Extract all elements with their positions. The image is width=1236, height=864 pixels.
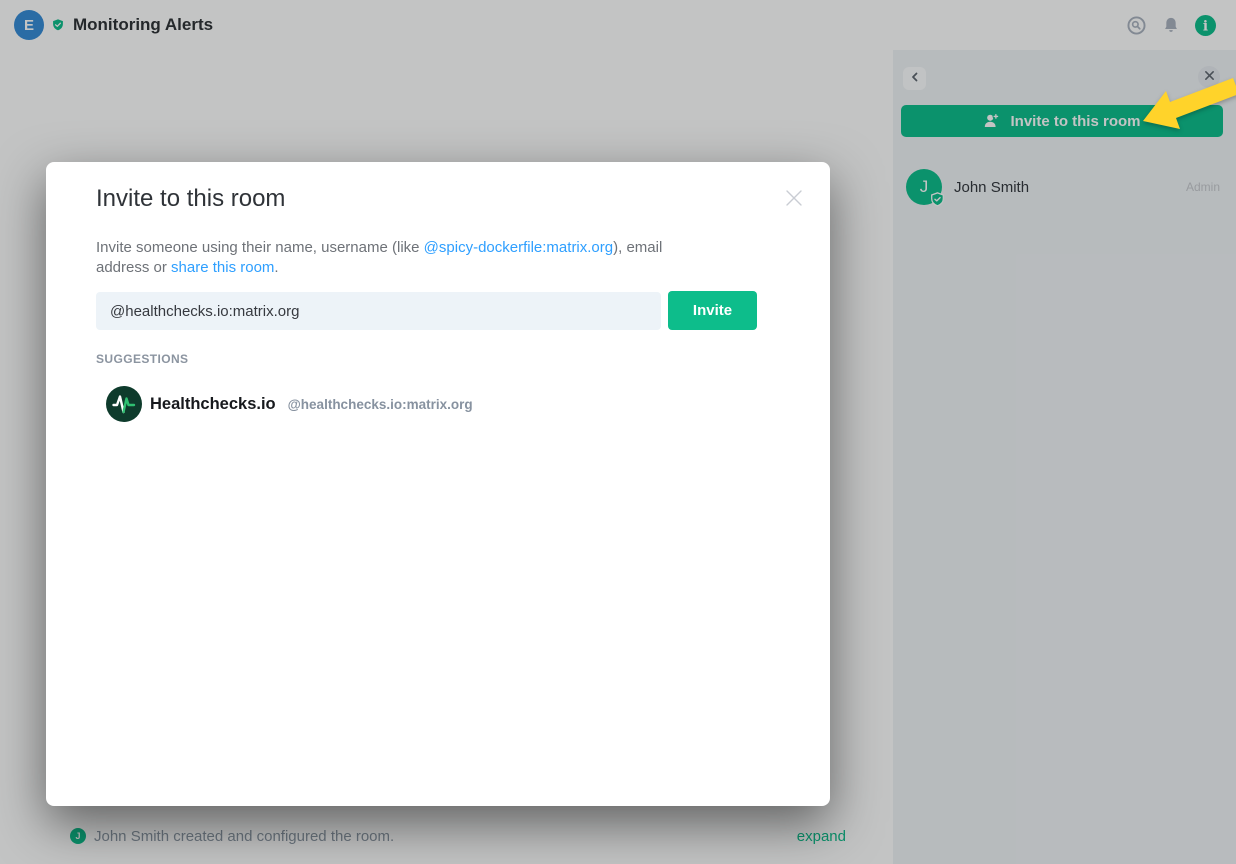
invite-dialog: Invite to this room Invite someone using… [46,162,830,806]
suggestions-heading: SUGGESTIONS [96,352,188,366]
close-icon [784,195,804,212]
dialog-close-button[interactable] [784,188,804,208]
invite-submit-button[interactable]: Invite [668,291,757,330]
share-this-room-link[interactable]: share this room [171,259,274,276]
dialog-title: Invite to this room [96,185,285,213]
app-window: E Monitoring Alerts [0,0,1236,864]
description-text: . [274,259,278,276]
suggestion-row-healthchecks[interactable]: Healthchecks.io @healthchecks.io:matrix.… [96,382,776,426]
suggestion-user-id: @healthchecks.io:matrix.org [288,397,473,412]
dialog-description: Invite someone using their name, usernam… [96,238,710,277]
suggestion-name: Healthchecks.io [150,395,276,414]
example-username-link[interactable]: @spicy-dockerfile:matrix.org [424,239,613,256]
invite-user-input[interactable] [96,292,661,330]
description-text: Invite someone using their name, usernam… [96,239,424,256]
healthchecks-logo-icon [106,386,142,422]
